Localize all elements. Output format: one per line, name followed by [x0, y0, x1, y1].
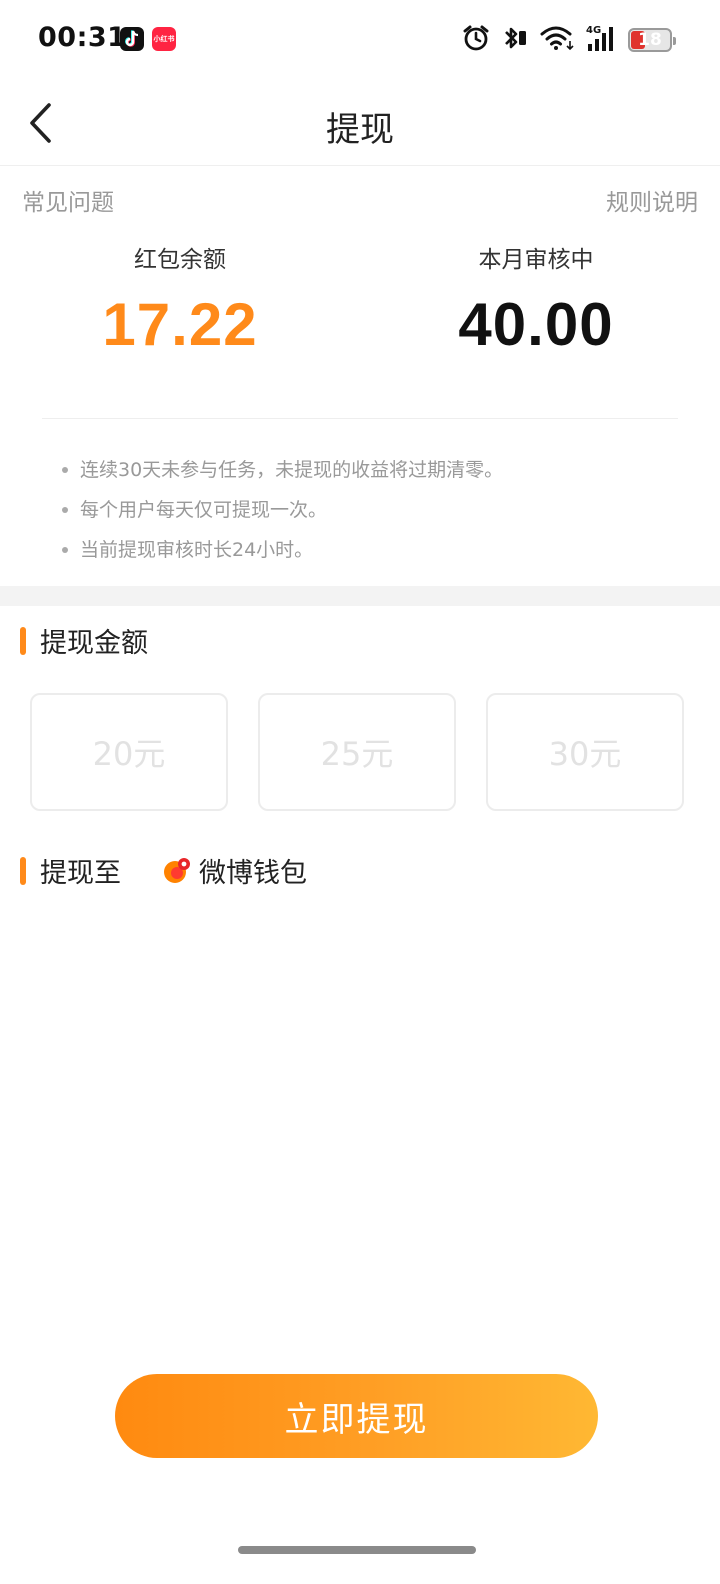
tiktok-icon [120, 27, 144, 51]
status-time: 00:31 [38, 22, 127, 53]
bluetooth-icon [502, 24, 528, 56]
status-bar: 00:31 小红书 4G 18 [0, 0, 720, 80]
xiaohongshu-icon: 小红书 [152, 27, 176, 51]
weibo-wallet-name: 微博钱包 [199, 858, 307, 889]
section-separator [0, 586, 720, 606]
divider [42, 418, 678, 419]
section-accent-bar [20, 626, 26, 655]
red-packet-balance-label: 红包余额 [134, 247, 226, 273]
page-title: 提现 [326, 110, 394, 150]
withdraw-to-title-text: 提现至 [40, 858, 121, 889]
section-accent-bar [20, 856, 26, 885]
withdraw-amount-title: 提现金额 [20, 621, 148, 660]
battery-cap [673, 37, 676, 45]
note-item: 每个用户每天仅可提现一次。 [62, 490, 503, 530]
reviewing-balance-value: 40.00 [458, 291, 614, 358]
withdraw-amount-title-text: 提现金额 [40, 628, 148, 659]
weibo-wallet[interactable]: 微博钱包 [163, 851, 307, 890]
svg-text:4G: 4G [586, 25, 601, 36]
signal-4g-icon: 4G [586, 24, 616, 56]
battery-level: 18 [638, 30, 662, 50]
alarm-icon [462, 24, 490, 56]
reviewing-balance-label: 本月审核中 [478, 247, 594, 273]
wifi-icon [540, 25, 574, 55]
withdraw-to-title: 提现至 微博钱包 [20, 851, 307, 890]
notes-list: 连续30天未参与任务，未提现的收益将过期清零。 每个用户每天仅可提现一次。 当前… [62, 450, 503, 570]
nav-bar: 提现 [0, 80, 720, 166]
withdraw-now-button[interactable]: 立即提现 [115, 1374, 598, 1458]
rules-link[interactable]: 规则说明 [606, 183, 698, 217]
note-item: 连续30天未参与任务，未提现的收益将过期清零。 [62, 450, 503, 490]
faq-link[interactable]: 常见问题 [22, 183, 114, 217]
amount-options: 20元 25元 30元 [30, 693, 684, 811]
reviewing-balance: 本月审核中 40.00 [386, 240, 686, 359]
withdraw-screen: 00:31 小红书 4G 18 提现 常见问题 规则说明 红包余额 17.22 … [0, 0, 720, 1584]
red-packet-balance: 红包余额 17.22 [30, 240, 330, 359]
home-indicator[interactable] [238, 1546, 476, 1554]
amount-option-20[interactable]: 20元 [30, 693, 228, 811]
amount-option-25[interactable]: 25元 [258, 693, 456, 811]
weibo-wallet-icon [164, 857, 190, 883]
amount-option-30[interactable]: 30元 [486, 693, 684, 811]
note-item: 当前提现审核时长24小时。 [62, 530, 503, 570]
status-icons: 4G 18 [462, 24, 676, 56]
red-packet-balance-value: 17.22 [102, 291, 258, 358]
battery-icon: 18 [628, 28, 676, 52]
